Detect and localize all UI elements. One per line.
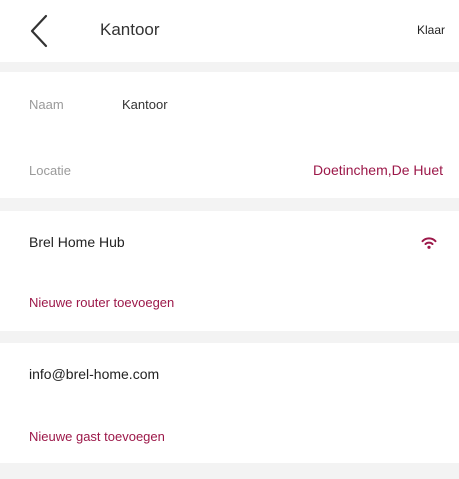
add-guest-row[interactable]: Nieuwe gast toevoegen — [0, 416, 459, 456]
back-button[interactable] — [26, 14, 56, 48]
location-row[interactable]: Locatie Doetinchem,De Huet — [0, 149, 459, 189]
chevron-left-icon — [30, 14, 48, 48]
name-row[interactable]: Naam Kantoor — [0, 84, 459, 124]
user-email: info@brel-home.com — [29, 366, 160, 382]
header-bar: Kantoor Klaar — [0, 0, 459, 62]
room-settings-screen: Kantoor Klaar Naam Kantoor Locatie Doeti… — [0, 0, 459, 479]
add-guest-link[interactable]: Nieuwe gast toevoegen — [29, 429, 165, 444]
location-label: Locatie — [29, 163, 71, 178]
hub-row[interactable]: Brel Home Hub — [0, 221, 459, 261]
done-button[interactable]: Klaar — [417, 23, 445, 37]
page-title: Kantoor — [100, 20, 160, 39]
name-value: Kantoor — [122, 97, 168, 112]
users-section: info@brel-home.com Nieuwe gast toevoegen — [0, 343, 459, 463]
wifi-icon — [421, 237, 437, 249]
location-value[interactable]: Doetinchem,De Huet — [313, 162, 443, 178]
add-router-row[interactable]: Nieuwe router toevoegen — [0, 281, 459, 321]
hub-section: Brel Home Hub Nieuwe router toevoegen — [0, 211, 459, 331]
user-row[interactable]: info@brel-home.com — [0, 354, 459, 394]
add-router-link[interactable]: Nieuwe router toevoegen — [29, 295, 174, 310]
name-label: Naam — [29, 97, 64, 112]
hub-name: Brel Home Hub — [29, 234, 125, 250]
room-details-section: Naam Kantoor Locatie Doetinchem,De Huet — [0, 72, 459, 198]
